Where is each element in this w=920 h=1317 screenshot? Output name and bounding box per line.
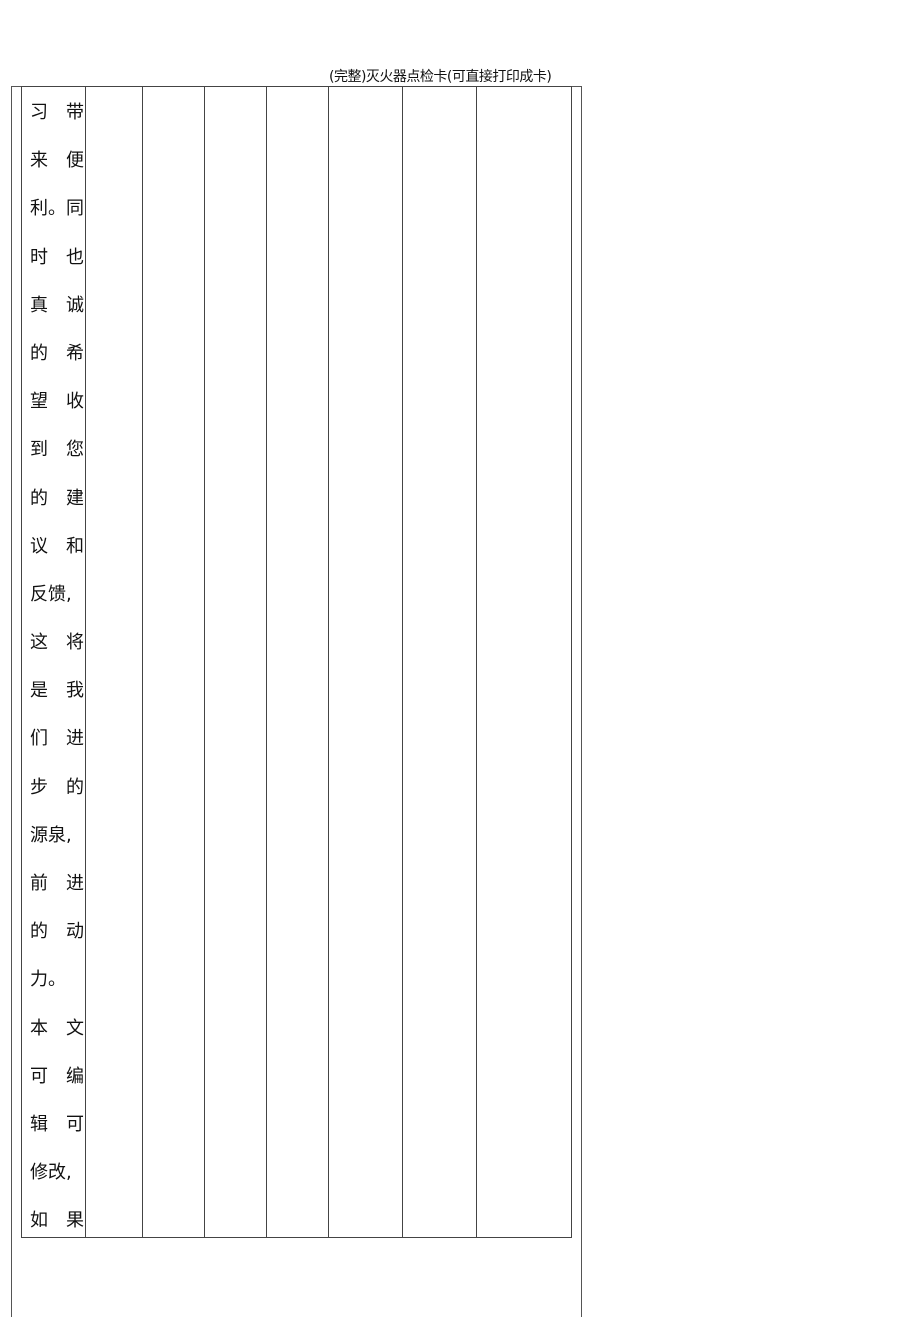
text-char: 是 bbox=[30, 680, 48, 702]
text-char: 的 bbox=[30, 487, 48, 509]
text-char: 源泉, bbox=[30, 824, 72, 846]
text-line: 可编 bbox=[28, 1065, 86, 1113]
text-char: 也 bbox=[66, 246, 84, 268]
text-line: 前进 bbox=[28, 872, 86, 920]
column-divider bbox=[476, 87, 477, 1237]
text-char: 步 bbox=[30, 776, 48, 798]
text-char: 进 bbox=[66, 873, 84, 894]
text-char: 力。 bbox=[30, 969, 66, 991]
text-char: 修改, bbox=[30, 1162, 72, 1184]
text-char: 的 bbox=[30, 342, 48, 364]
text-char: 果 bbox=[66, 1210, 84, 1232]
text-char: 建 bbox=[66, 487, 84, 509]
document-header: (完整)灭火器点检卡(可直接打印成卡) bbox=[329, 69, 552, 85]
column-divider bbox=[266, 87, 267, 1237]
text-line: 反馈, bbox=[28, 583, 86, 631]
text-line: 议和 bbox=[28, 535, 86, 583]
text-line: 望收 bbox=[28, 390, 86, 438]
text-char: 来 bbox=[30, 150, 48, 172]
text-line: 的希 bbox=[28, 342, 86, 390]
text-line: 习带 bbox=[28, 101, 86, 149]
text-char: 进 bbox=[66, 728, 84, 750]
text-line: 利。同 bbox=[28, 197, 86, 245]
text-char: 将 bbox=[66, 632, 84, 654]
text-char: 便 bbox=[66, 150, 84, 172]
text-char: 利。 bbox=[30, 198, 66, 220]
text-char: 反馈, bbox=[30, 583, 72, 605]
text-char: 可 bbox=[30, 1065, 48, 1087]
text-char: 习 bbox=[30, 102, 48, 123]
text-line: 修改, bbox=[28, 1161, 86, 1209]
text-char: 和 bbox=[66, 535, 84, 557]
text-line: 力。 bbox=[28, 968, 86, 1016]
first-column-text: 习带来便利。同时也真诚的希望收到您的建议和反馈, 这将是我们进步的源泉, 前进的动力… bbox=[28, 101, 86, 1258]
text-char: 文 bbox=[66, 1017, 84, 1039]
text-char: 望 bbox=[30, 391, 48, 413]
inspection-table: 习带来便利。同时也真诚的希望收到您的建议和反馈, 这将是我们进步的源泉, 前进的动力… bbox=[21, 86, 572, 1238]
text-line: 步的 bbox=[28, 776, 86, 824]
text-char: 议 bbox=[30, 535, 48, 557]
text-char: 到 bbox=[30, 439, 48, 461]
text-char: 您 bbox=[66, 439, 84, 461]
text-char: 的 bbox=[30, 921, 48, 943]
text-char: 前 bbox=[30, 873, 48, 894]
column-divider bbox=[402, 87, 403, 1237]
text-line: 本文 bbox=[28, 1017, 86, 1065]
text-line: 的动 bbox=[28, 920, 86, 968]
text-char: 我 bbox=[66, 680, 84, 702]
text-char: 们 bbox=[30, 728, 48, 750]
text-line: 如果 bbox=[28, 1209, 86, 1257]
column-divider bbox=[142, 87, 143, 1237]
text-char: 希 bbox=[66, 342, 84, 364]
column-divider bbox=[204, 87, 205, 1237]
text-line: 到您 bbox=[28, 438, 86, 486]
text-line: 这将 bbox=[28, 631, 86, 679]
text-line: 真诚 bbox=[28, 294, 86, 342]
text-line: 是我 bbox=[28, 679, 86, 727]
text-char: 带 bbox=[66, 102, 84, 123]
text-char: 如 bbox=[30, 1210, 48, 1232]
text-char: 的 bbox=[66, 776, 84, 798]
text-line: 来便 bbox=[28, 149, 86, 197]
text-line: 辑可 bbox=[28, 1113, 86, 1161]
text-char: 时 bbox=[30, 246, 48, 268]
text-char: 诚 bbox=[66, 294, 84, 316]
text-char: 真 bbox=[30, 294, 48, 316]
text-line: 的建 bbox=[28, 487, 86, 535]
text-line: 时也 bbox=[28, 246, 86, 294]
text-char: 这 bbox=[30, 632, 48, 654]
text-line: 们进 bbox=[28, 727, 86, 775]
text-char: 同 bbox=[66, 198, 84, 220]
text-char: 辑 bbox=[30, 1113, 48, 1135]
text-char: 本 bbox=[30, 1017, 48, 1039]
text-char: 动 bbox=[66, 921, 84, 943]
text-char: 可 bbox=[66, 1113, 84, 1135]
text-line: 源泉, bbox=[28, 824, 86, 872]
column-divider bbox=[328, 87, 329, 1237]
text-char: 收 bbox=[66, 391, 84, 413]
text-char: 编 bbox=[66, 1065, 84, 1087]
